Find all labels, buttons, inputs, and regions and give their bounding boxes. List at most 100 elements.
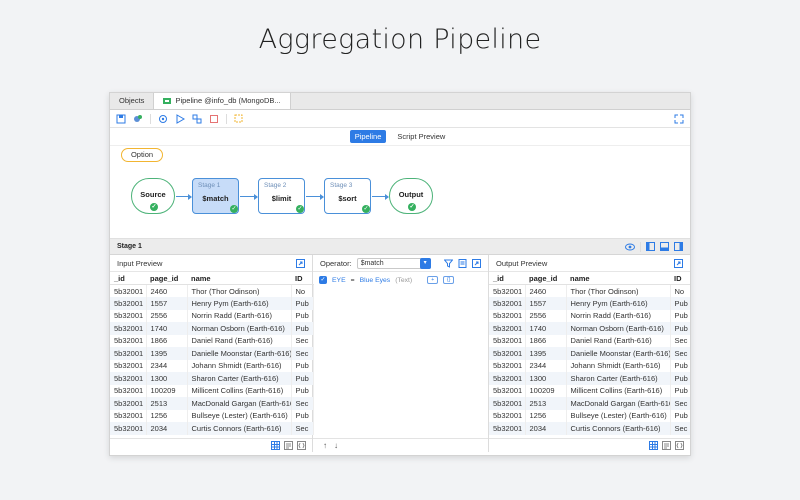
table-cell[interactable]: 5b32001 (110, 372, 147, 385)
table-row[interactable]: 5b32001 1866 Daniel Rand (Earth-616) Sec (489, 334, 690, 347)
table-cell[interactable]: 2513 (146, 397, 188, 410)
column-header[interactable]: page_id (146, 272, 187, 285)
layout-bottom-icon[interactable] (660, 242, 669, 251)
table-row[interactable]: 5b32001 1866 Daniel Rand (Earth-616) Sec (110, 334, 314, 347)
table-cell[interactable]: 5b32001 (489, 359, 526, 372)
table-cell[interactable]: Millicent Collins (Earth-616) (566, 384, 671, 397)
table-cell[interactable]: No (291, 284, 314, 297)
move-down-icon[interactable]: ↓ (334, 441, 338, 450)
table-cell[interactable]: 5b32001 (110, 422, 147, 435)
table-row[interactable]: 5b32001 100209 Millicent Collins (Earth-61… (110, 384, 314, 397)
json-view-icon[interactable] (675, 441, 684, 450)
table-cell[interactable]: Norrin Radd (Earth-616) (566, 309, 671, 322)
tab-script-preview[interactable]: Script Preview (392, 130, 450, 143)
table-row[interactable]: 5b32001 100209 Millicent Collins (Earth-61… (489, 384, 690, 397)
table-cell[interactable]: 2344 (146, 359, 188, 372)
table-cell[interactable]: 5b32001 (489, 309, 526, 322)
condition-field[interactable]: EYE (332, 277, 346, 284)
tab-pipeline[interactable]: Pipeline @info_db (MongoDB... (154, 93, 291, 109)
source-node[interactable]: Source ✓ (131, 178, 175, 214)
table-cell[interactable]: Thor (Thor Odinson) (187, 284, 292, 297)
table-cell[interactable]: 2556 (525, 309, 567, 322)
table-cell[interactable]: Millicent Collins (Earth-616) (187, 384, 292, 397)
table-cell[interactable]: 1740 (146, 322, 188, 335)
table-cell[interactable]: 100209 (146, 384, 188, 397)
table-cell[interactable]: Pub (670, 409, 690, 422)
table-cell[interactable]: Pub (670, 309, 690, 322)
table-cell[interactable]: Sec (670, 397, 690, 410)
form-view-icon[interactable] (662, 441, 671, 450)
save-icon[interactable] (116, 114, 126, 124)
maximize-icon[interactable] (296, 258, 305, 268)
table-cell[interactable]: Norman Osborn (Earth-616) (566, 322, 671, 335)
table-cell[interactable]: 1395 (146, 347, 188, 360)
column-header[interactable]: name (187, 272, 291, 285)
table-cell[interactable]: 5b32001 (110, 334, 147, 347)
table-cell[interactable]: 5b32001 (489, 297, 526, 310)
table-cell[interactable]: Sec (670, 334, 690, 347)
table-cell[interactable]: 1866 (525, 334, 567, 347)
option-button[interactable]: Option (121, 148, 163, 162)
table-cell[interactable]: 5b32001 (489, 372, 526, 385)
table-cell[interactable]: 5b32001 (489, 284, 526, 297)
column-header[interactable]: ID (670, 272, 690, 285)
table-cell[interactable]: Danielle Moonstar (Earth-616) (566, 347, 671, 360)
expand-icon[interactable] (674, 114, 684, 124)
text-editor-icon[interactable] (458, 258, 467, 268)
maximize-icon[interactable] (472, 258, 481, 268)
table-cell[interactable]: 1300 (525, 372, 567, 385)
table-row[interactable]: 5b32001 2344 Johann Shmidt (Earth-616) Pub (489, 359, 690, 372)
table-cell[interactable]: 5b32001 (110, 384, 147, 397)
table-cell[interactable]: 100209 (525, 384, 567, 397)
table-row[interactable]: 5b32001 2513 MacDonald Gargan (Earth-616) S… (489, 397, 690, 410)
table-cell[interactable]: 2556 (146, 309, 188, 322)
table-cell[interactable]: Curtis Connors (Earth-616) (566, 422, 671, 435)
table-cell[interactable]: 1557 (146, 297, 188, 310)
table-cell[interactable]: Sec (670, 422, 690, 435)
table-cell[interactable]: 5b32001 (110, 284, 147, 297)
table-row[interactable]: 5b32001 2556 Norrin Radd (Earth-616) Pub (110, 309, 314, 322)
table-cell[interactable]: 1557 (525, 297, 567, 310)
table-cell[interactable]: Pub (670, 297, 690, 310)
filter-icon[interactable] (444, 259, 453, 268)
table-cell[interactable]: Curtis Connors (Earth-616) (187, 422, 292, 435)
column-header[interactable]: name (566, 272, 670, 285)
table-row[interactable]: 5b32001 2344 Johann Shmidt (Earth-616) Pub (110, 359, 314, 372)
table-cell[interactable]: 5b32001 (489, 322, 526, 335)
table-cell[interactable]: MacDonald Gargan (Earth-616) (187, 397, 292, 410)
table-row[interactable]: 5b32001 1740 Norman Osborn (Earth-616) Pub (110, 322, 314, 335)
table-row[interactable]: 5b32001 2034 Curtis Connors (Earth-616) Sec (489, 422, 690, 435)
table-cell[interactable]: Henry Pym (Earth-616) (566, 297, 671, 310)
table-cell[interactable]: 5b32001 (489, 384, 526, 397)
filter-condition-row[interactable]: ✓ EYE = Blue Eyes (Text) + {} (313, 272, 488, 288)
table-row[interactable]: 5b32001 1557 Henry Pym (Earth-616) Pub (489, 297, 690, 310)
table-row[interactable]: 5b32001 2460 Thor (Thor Odinson) No (489, 284, 690, 297)
move-up-icon[interactable]: ↑ (323, 441, 327, 450)
table-cell[interactable]: Henry Pym (Earth-616) (187, 297, 292, 310)
table-cell[interactable]: Daniel Rand (Earth-616) (187, 334, 292, 347)
tab-pipeline-view[interactable]: Pipeline (349, 130, 387, 143)
column-header[interactable]: _id (110, 272, 146, 285)
table-row[interactable]: 5b32001 2460 Thor (Thor Odinson) No (110, 284, 314, 297)
grid-view-icon[interactable] (649, 441, 658, 450)
table-cell[interactable]: Pub (291, 297, 314, 310)
stage-node-limit[interactable]: Stage 2 $limit ✓ (258, 178, 305, 214)
run-icon[interactable] (175, 113, 185, 124)
layout-left-icon[interactable] (646, 242, 655, 251)
table-cell[interactable]: 5b32001 (489, 422, 526, 435)
table-row[interactable]: 5b32001 2034 Curtis Connors (Earth-616) Sec (110, 422, 314, 435)
table-cell[interactable]: Pub (670, 384, 690, 397)
table-cell[interactable]: Thor (Thor Odinson) (566, 284, 671, 297)
table-cell[interactable]: 5b32001 (110, 297, 147, 310)
table-cell[interactable]: Sec (291, 347, 314, 360)
stage-node-sort[interactable]: Stage 3 $sort ✓ (324, 178, 371, 214)
table-row[interactable]: 5b32001 1557 Henry Pym (Earth-616) Pub (110, 297, 314, 310)
condition-value[interactable]: Blue Eyes (360, 277, 391, 284)
table-cell[interactable]: 5b32001 (110, 409, 147, 422)
table-cell[interactable]: 2460 (525, 284, 567, 297)
table-cell[interactable]: Pub (670, 359, 690, 372)
table-cell[interactable]: 5b32001 (110, 359, 147, 372)
table-cell[interactable]: 2513 (525, 397, 567, 410)
table-cell[interactable]: Sec (291, 422, 314, 435)
table-cell[interactable]: Johann Shmidt (Earth-616) (187, 359, 292, 372)
